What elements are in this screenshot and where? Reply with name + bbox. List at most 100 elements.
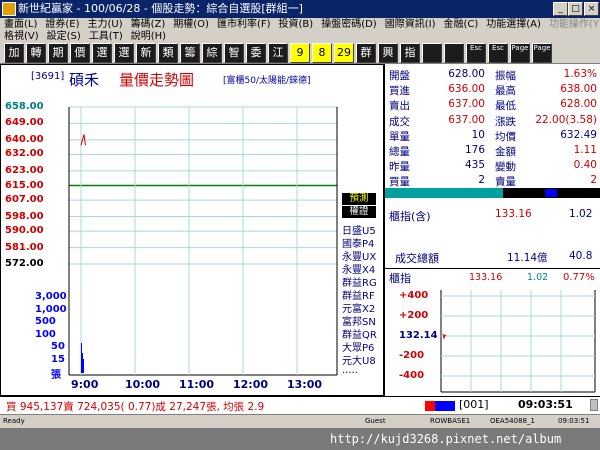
- volume-bar: [82, 353, 83, 373]
- toolbar-button[interactable]: 委: [246, 43, 266, 63]
- bid-ask-bar: [385, 188, 600, 198]
- toolbar-button[interactable]: Esc: [466, 43, 486, 63]
- price-tick-label: 607.00: [5, 194, 44, 206]
- price-tick-label: 572.00: [5, 258, 44, 269]
- taskbar: http://kujd3268.pixnet.net/album: [0, 428, 600, 450]
- quote-panel: 開盤 628.00 振幅 1.63% 買進 636.00 最高 638.00 賣出 637.00 最…: [384, 64, 600, 396]
- quote-value: 636.00: [448, 83, 485, 96]
- status-time: 09:03:51: [558, 417, 590, 425]
- quote-row: 總量 176 金額 1.11: [385, 144, 600, 159]
- close-button[interactable]: ×: [584, 2, 599, 16]
- toolbar-button[interactable]: Page: [510, 43, 530, 63]
- quote-value: 10: [471, 128, 485, 141]
- time-tick-label: 12:00: [233, 378, 269, 391]
- ticker-text: 買 945,137賣 724,035( 0.77)成 27,247張, 均張 2…: [6, 401, 265, 413]
- volume-tick-label: 15: [51, 353, 65, 365]
- toolbar-button[interactable]: 選: [114, 43, 134, 63]
- app-icon: [2, 2, 16, 16]
- toolbar: 加轉期價選選新類籌綜智委江 9 8 29 群興指 Esc Esc Page Page: [0, 42, 600, 64]
- toolbar-button[interactable]: 指: [400, 43, 420, 63]
- total-label: 成交總額: [395, 252, 439, 265]
- toolbar-button[interactable]: 價: [70, 43, 90, 63]
- menu-item[interactable]: 操盤密碼(D): [321, 18, 377, 31]
- price-tick-label: 649.00: [5, 117, 44, 129]
- toolbar-button[interactable]: [422, 43, 442, 63]
- toolbar-button[interactable]: 加: [4, 43, 24, 63]
- volume-tick-label: 100: [35, 328, 56, 340]
- toolbar-button[interactable]: 轉: [26, 43, 46, 63]
- status-user: Guest: [365, 417, 386, 425]
- ticker-time: 09:03:51: [518, 398, 573, 411]
- toolbar-button[interactable]: 籌: [180, 43, 200, 63]
- ticker-line: 買 945,137賣 724,035( 0.77)成 27,247張, 均張 2…: [0, 396, 600, 414]
- volume-tick-label: 50: [51, 341, 65, 352]
- status-bar: Ready Guest ROWBASE1 OEA54088_1 09:03:51: [0, 414, 600, 428]
- quote-value: 637.00: [448, 113, 485, 126]
- toolbar-button[interactable]: Esc: [488, 43, 508, 63]
- index-tick-label: +200: [399, 310, 429, 321]
- total-change: 40.8: [569, 250, 593, 262]
- index-change: 1.02: [527, 272, 549, 283]
- quote-value: 628.00: [560, 98, 597, 111]
- menu-item[interactable]: 投資(B): [279, 18, 314, 31]
- menu-item[interactable]: 功能操作(Y): [549, 18, 600, 31]
- menu-item[interactable]: 金融(C): [443, 18, 478, 31]
- minimize-button[interactable]: _: [553, 2, 568, 16]
- quote-label: 成交: [389, 115, 410, 128]
- quote-label: 最高: [495, 85, 516, 98]
- toolbar-button[interactable]: [444, 43, 464, 63]
- forecast-button[interactable]: 預測: [342, 193, 376, 205]
- title-bar: 新世紀贏家 - 100/06/28 - 個股走勢：綜合自選股[群組一] _ □ …: [0, 0, 600, 18]
- time-tick-label: 10:00: [125, 378, 161, 391]
- toolbar-button[interactable]: 智: [224, 43, 244, 63]
- quote-value: 1.11: [573, 144, 597, 156]
- toolbar-button[interactable]: 新: [136, 43, 156, 63]
- menu-item[interactable]: 國際資訊(I): [385, 18, 436, 31]
- quote-row: 賣出 637.00 最低 628.00: [385, 98, 600, 113]
- quote-value: 1.63%: [563, 68, 597, 80]
- status-field1: ROWBASE1: [430, 417, 471, 425]
- scroll-button[interactable]: [590, 399, 598, 411]
- maximize-button[interactable]: □: [568, 2, 583, 16]
- toolbar-button[interactable]: 選: [92, 43, 112, 63]
- quote-value: 2: [590, 174, 597, 187]
- status-field2: OEA54088_1: [490, 417, 535, 425]
- quote-value: 2: [478, 174, 485, 187]
- quote-label: 金額: [495, 146, 516, 158]
- price-tick-label: 658.00: [5, 101, 44, 112]
- broker-item[interactable]: .....: [342, 365, 358, 376]
- index-tick-label: 132.14: [399, 330, 438, 341]
- menu-item[interactable]: 期權(O): [173, 18, 209, 31]
- quote-value: 628.00: [448, 68, 485, 80]
- toolbar-button[interactable]: 江: [268, 43, 288, 63]
- quote-label: 振幅: [495, 70, 516, 82]
- toolbar-button[interactable]: 類: [158, 43, 178, 63]
- index-series: [442, 333, 447, 340]
- toolbar-button[interactable]: 群: [356, 43, 376, 63]
- ticker-code[interactable]: [001]: [459, 398, 489, 411]
- quote-row: 昨量 435 變動 0.40: [385, 159, 600, 174]
- price-tick-label: 590.00: [5, 225, 44, 237]
- price-volume-chart: [3691] 碩禾 量價走勢圖 [富櫃50/太陽能/錸德] 658.00 649.…: [0, 64, 384, 396]
- menu-item[interactable]: 功能選擇(A): [486, 18, 541, 31]
- toolbar-button[interactable]: 興: [378, 43, 398, 63]
- toolbar-button[interactable]: 綜: [202, 43, 222, 63]
- warrant-button[interactable]: 權證: [342, 206, 376, 218]
- quote-row: 買進 636.00 最高 638.00: [385, 83, 600, 98]
- toolbar-button[interactable]: 期: [48, 43, 68, 63]
- index-label: 櫃指: [389, 272, 411, 285]
- status-ready: Ready: [3, 417, 25, 425]
- menu-item[interactable]: 匯市利率(F): [217, 18, 271, 31]
- total-value: 11.14億: [507, 252, 548, 264]
- quote-label: 買進: [389, 85, 410, 98]
- time-tick-label: 11:00: [179, 378, 215, 391]
- toolbar-button[interactable]: 29: [334, 43, 354, 63]
- volume-tick-label: 1,000: [35, 303, 67, 315]
- time-tick-label: 9:00: [71, 378, 99, 391]
- index-tick-label: +400: [399, 290, 429, 301]
- quote-label: 最低: [495, 100, 516, 113]
- toolbar-button[interactable]: 9: [290, 43, 310, 63]
- toolbar-button[interactable]: Page: [532, 43, 552, 63]
- index-tick-label: -400: [399, 370, 425, 381]
- toolbar-button[interactable]: 8: [312, 43, 332, 63]
